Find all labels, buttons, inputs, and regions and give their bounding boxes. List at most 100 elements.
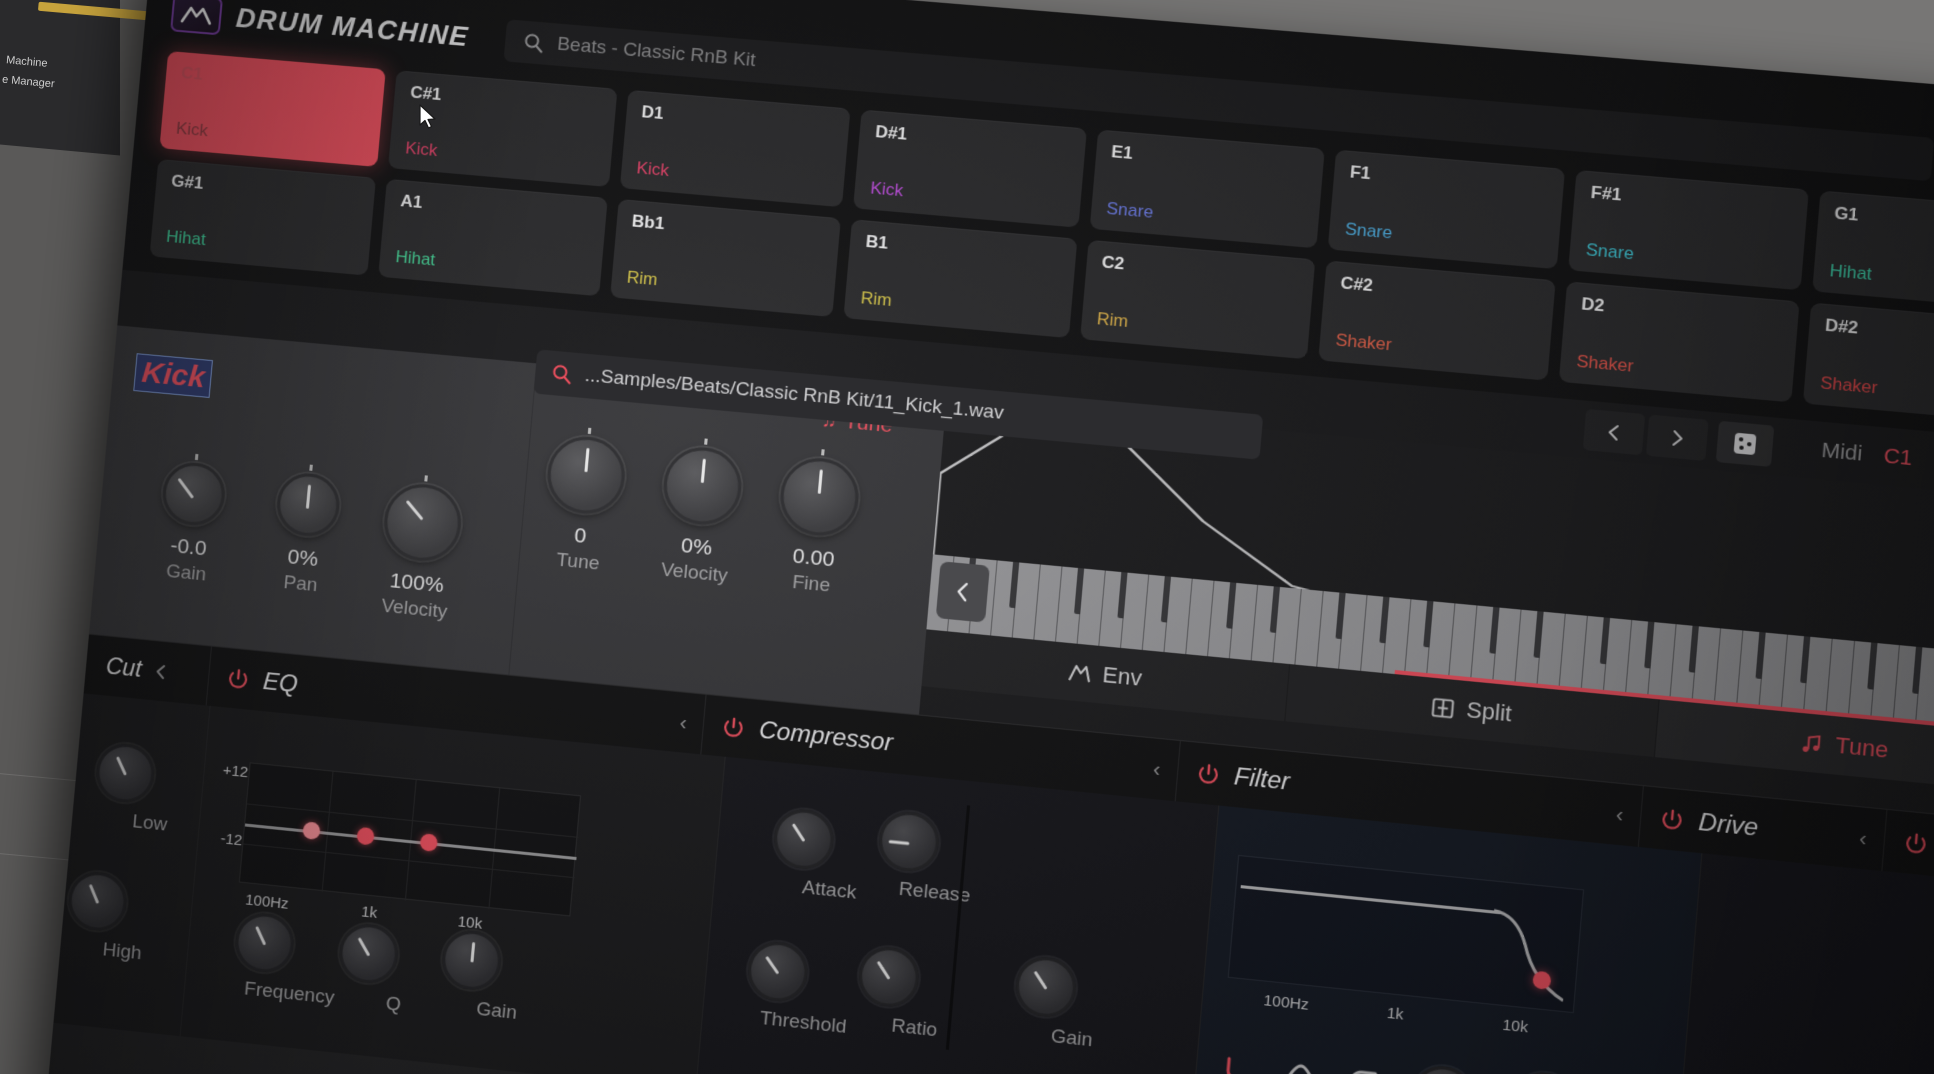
randomize-button[interactable]: [1715, 420, 1775, 467]
compressor-threshold-knob[interactable]: [745, 939, 810, 1005]
pad-Dsharp2[interactable]: D#2 Shaker: [1802, 302, 1934, 425]
sample-name-tag[interactable]: Kick: [133, 353, 214, 399]
tune-knob[interactable]: [543, 427, 628, 517]
pad-note-label: D1: [640, 102, 665, 124]
music-note-icon: [1798, 730, 1824, 756]
pad-note-label: F1: [1349, 162, 1372, 184]
compressor-ratio-knob[interactable]: [856, 944, 922, 1010]
bandpass-icon[interactable]: [1281, 1060, 1319, 1074]
gain-pan-velocity-knobs: -0.0 Gain 0% Pan 100% Velocity: [115, 453, 525, 631]
compressor-threshold-label: Threshold: [759, 1007, 848, 1039]
gain-knob[interactable]: [159, 453, 227, 528]
velocity-knob[interactable]: [380, 475, 464, 565]
chevron-left-icon: [1605, 422, 1623, 443]
fx-module-name: Filter: [1232, 762, 1291, 796]
pad-C1[interactable]: C1 Kick: [159, 50, 387, 167]
pad-note-label: C2: [1101, 252, 1126, 274]
eq-frequency-knob[interactable]: [232, 910, 297, 975]
compressor-release-knob[interactable]: [876, 809, 942, 874]
eq-band-handle[interactable]: [356, 826, 375, 846]
compressor-gain-label: Gain: [1049, 1025, 1094, 1052]
eq-freq-tick: 100Hz: [244, 891, 290, 913]
fx-module-name: EQ: [261, 667, 299, 698]
pad-Fsharp1[interactable]: F#1 Snare: [1568, 169, 1809, 291]
power-icon[interactable]: [721, 715, 745, 739]
keyboard-scroll-left-button[interactable]: [935, 561, 990, 623]
eq-q-knob[interactable]: [336, 921, 401, 986]
pad-instrument-label: Rim: [1096, 308, 1129, 332]
pad-note-label: C#1: [409, 82, 443, 105]
pan-knob[interactable]: [274, 464, 342, 539]
eq-band-handle[interactable]: [419, 833, 439, 852]
pad-instrument-label: Hihat: [394, 247, 437, 270]
pad-A1[interactable]: A1 Hihat: [378, 178, 608, 297]
pad-F1[interactable]: F1 Snare: [1327, 149, 1566, 270]
power-icon[interactable]: [1903, 831, 1928, 856]
pad-note-label: G#1: [170, 171, 205, 193]
chevron-left-icon: [156, 664, 165, 679]
pad-note-label: C#2: [1339, 273, 1374, 296]
filter-res-knob[interactable]: [1510, 1069, 1578, 1074]
pad-Gsharp1[interactable]: G#1 Hihat: [149, 159, 377, 276]
pad-instrument-label: Shaker: [1819, 372, 1879, 398]
pad-G1[interactable]: G1 Hihat: [1811, 190, 1934, 312]
power-icon[interactable]: [1660, 807, 1685, 832]
next-bank-button[interactable]: [1645, 414, 1709, 461]
lowpass-icon[interactable]: [1223, 1054, 1257, 1074]
pad-Csharp2[interactable]: C#2 Shaker: [1318, 260, 1556, 381]
pad-instrument-label: Snare: [1585, 239, 1635, 264]
knob-tick: [194, 453, 199, 461]
plugin-title: DRUM MACHINE: [234, 2, 471, 52]
power-icon[interactable]: [1196, 762, 1221, 787]
low-cut-knob[interactable]: [93, 741, 157, 805]
pad-B1[interactable]: B1 Rim: [843, 219, 1077, 339]
drum-machine-plugin-window: DRUM MACHINE Beats - Classic RnB Kit C1 K…: [40, 0, 1934, 1074]
pad-instrument-label: Hihat: [1828, 260, 1873, 284]
tune-knobs: 0 Tune 0% Velocity 0.00 Fine: [519, 427, 936, 607]
filter-type-selector[interactable]: [1223, 1054, 1378, 1074]
knob-cell-pan: 0% Pan: [245, 464, 364, 615]
pad-C2[interactable]: C2 Rim: [1079, 239, 1316, 360]
velocity-knob[interactable]: [660, 438, 744, 528]
compressor-pane: Attack Release Threshold Ratio Gain: [696, 756, 1220, 1074]
pad-note-label: D#2: [1824, 315, 1860, 338]
chevron-left-icon[interactable]: ‹: [1152, 756, 1161, 781]
compressor-gain-knob[interactable]: [1013, 954, 1079, 1020]
eq-gain-knob[interactable]: [439, 928, 504, 993]
compressor-attack-knob[interactable]: [771, 806, 837, 872]
pad-note-label: B1: [864, 231, 889, 253]
eq-graph[interactable]: [238, 762, 582, 917]
chevron-left-icon[interactable]: ‹: [1615, 802, 1624, 827]
chevron-left-icon[interactable]: ‹: [679, 710, 688, 735]
fx-module-name: Compressor: [757, 715, 894, 757]
pad-note-label: F#1: [1590, 182, 1623, 205]
pad-instrument-label: Kick: [175, 118, 209, 141]
pad-instrument-label: Snare: [1105, 198, 1155, 222]
drive-pane: Amount: [1673, 853, 1934, 1074]
highpass-icon[interactable]: [1344, 1067, 1378, 1074]
chevron-left-icon[interactable]: ‹: [1858, 826, 1867, 852]
split-icon: [1430, 695, 1456, 721]
pad-Bb1[interactable]: Bb1 Rim: [609, 198, 842, 318]
high-cut-knob[interactable]: [66, 869, 130, 934]
pad-D2[interactable]: D2 Shaker: [1559, 281, 1800, 403]
filter-graph[interactable]: [1227, 854, 1585, 1014]
pad-instrument-label: Shaker: [1334, 330, 1393, 355]
eq-band-handle[interactable]: [302, 821, 321, 841]
eq-pane: +12 -12 100Hz 1k 10k Frequency Q Gain: [180, 705, 726, 1074]
eq-gain-label: Gain: [475, 998, 518, 1024]
chevron-right-icon: [1668, 427, 1687, 448]
dice-icon: [1733, 432, 1757, 456]
filter-freq-knob[interactable]: [1409, 1063, 1476, 1074]
knob-cell-fine: 0.00 Fine: [756, 449, 877, 601]
midi-note-value[interactable]: C1: [1883, 444, 1914, 471]
pad-Dsharp1[interactable]: D#1 Kick: [853, 109, 1087, 228]
pad-E1[interactable]: E1 Snare: [1089, 129, 1325, 249]
power-icon[interactable]: [226, 667, 250, 691]
pad-D1[interactable]: D1 Kick: [619, 89, 851, 208]
knob-cell-gain: -0.0 Gain: [131, 453, 250, 604]
fine-knob[interactable]: [776, 449, 862, 539]
knob-pointer: [817, 469, 823, 494]
prev-bank-button[interactable]: [1582, 408, 1646, 456]
filter-freq-tick: 1k: [1386, 1004, 1405, 1024]
